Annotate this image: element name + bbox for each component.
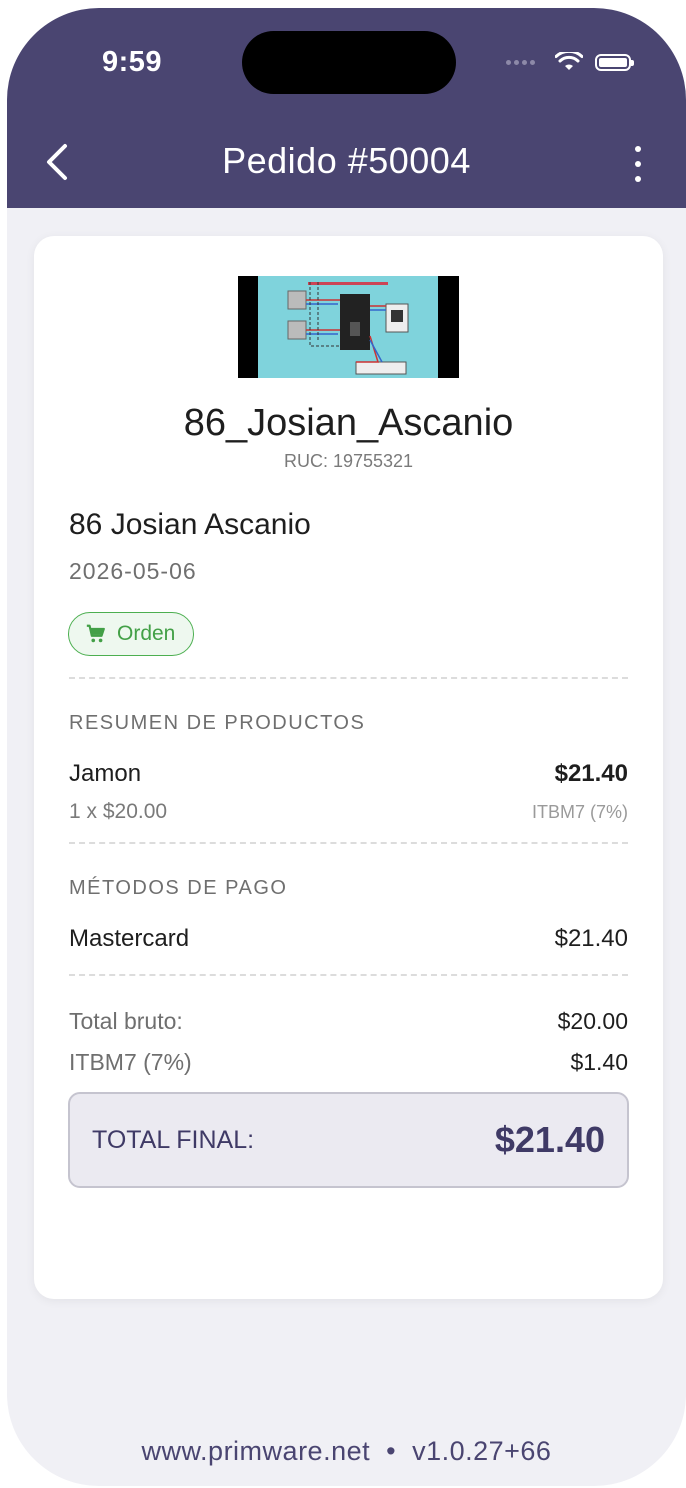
- footer-link[interactable]: www.primware.net • v1.0.27+66: [142, 1436, 552, 1466]
- product-tax: ITBM7 (7%): [531, 802, 628, 822]
- gross-total-value: $20.00: [557, 1008, 628, 1034]
- app-header: 9:59 Pedido #50004: [7, 8, 686, 208]
- tax-value: $1.40: [570, 1049, 628, 1075]
- product-name: Jamon: [69, 760, 142, 787]
- total-value: $21.40: [494, 1119, 605, 1160]
- payment-method: Mastercard: [69, 925, 190, 952]
- battery-icon: [595, 53, 634, 71]
- divider: [69, 677, 628, 679]
- phone-screen: 9:59 Pedido #50004 86_Josian_Ascanio RUC…: [7, 8, 686, 1486]
- ruc-label: RUC: 19755321: [283, 451, 414, 471]
- customer-name: 86 Josian Ascanio: [69, 508, 311, 541]
- status-icons: [506, 52, 634, 72]
- footer-text[interactable]: www.primware.net • v1.0.27+66: [7, 1436, 686, 1467]
- total-label: TOTAL FINAL:: [92, 1125, 255, 1154]
- order-card: 86_Josian_Ascanio RUC: 19755321 86 Josia…: [34, 236, 663, 1299]
- page-title: Pedido #50004: [222, 140, 471, 181]
- product-qty: 1 x $20.00: [69, 800, 168, 823]
- more-menu-button[interactable]: [628, 146, 648, 182]
- cart-icon: [86, 624, 105, 643]
- company-name: 86_Josian_Ascanio: [183, 402, 514, 444]
- order-date: 2026-05-06: [69, 558, 197, 584]
- tax-row: ITBM7 (7%) $1.40: [69, 1049, 628, 1076]
- product-price: $21.40: [554, 760, 628, 787]
- product-image: [238, 276, 459, 378]
- signal-icon: [506, 59, 535, 65]
- gross-total-label: Total bruto:: [69, 1008, 183, 1034]
- total-box: TOTAL FINAL: $21.40: [68, 1092, 629, 1188]
- status-badge-label: Orden: [117, 622, 176, 645]
- status-badge: Orden: [68, 612, 195, 656]
- wifi-icon: [555, 52, 583, 70]
- tax-label: ITBM7 (7%): [69, 1049, 192, 1075]
- gross-total-row: Total bruto: $20.00: [69, 1008, 628, 1035]
- divider: [69, 974, 628, 976]
- payments-section-title: MÉTODOS DE PAGO: [69, 877, 288, 899]
- product-detail-row: 1 x $20.00 ITBM7 (7%): [69, 800, 628, 824]
- dynamic-island: [242, 31, 456, 94]
- divider: [69, 842, 628, 844]
- products-section-title: RESUMEN DE PRODUCTOS: [69, 712, 366, 734]
- payment-amount: $21.40: [554, 925, 628, 952]
- status-time: 9:59: [102, 46, 163, 78]
- product-row: Jamon $21.40: [69, 760, 628, 788]
- payment-row: Mastercard $21.40: [69, 925, 628, 953]
